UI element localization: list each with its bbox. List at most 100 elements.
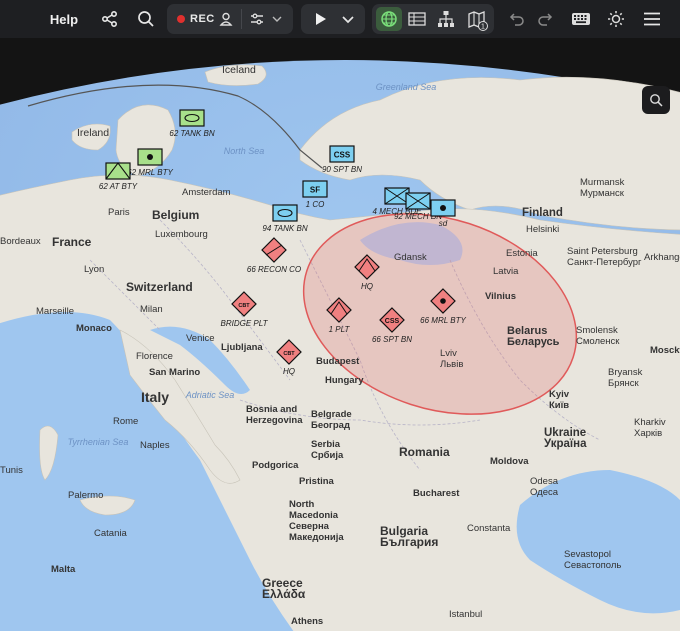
label-belgrade: Belgrade Београд: [311, 409, 352, 431]
label-luxembourg: Luxembourg: [155, 229, 208, 240]
map-badge-count: 1: [481, 24, 485, 31]
unit-label: 62 AT BTY: [99, 182, 138, 191]
label-arkhangelsk: Arkhangelsk: [644, 252, 680, 263]
sea-label-adriatic: Adriatic Sea: [185, 390, 235, 400]
label-palermo: Palermo: [68, 490, 103, 501]
undo-icon[interactable]: [506, 4, 528, 34]
label-milan: Milan: [140, 304, 163, 315]
label-bosnia: Bosnia and Herzegovina: [246, 404, 303, 426]
label-ljubljana: Ljubljana: [221, 342, 263, 353]
sea-label-greenland: Greenland Sea: [376, 82, 437, 92]
unit-label: 66 MRL BTY: [420, 316, 466, 325]
map-view[interactable]: North Sea Adriatic Sea Tyrrhenian Sea Gr…: [0, 38, 680, 631]
label-latvia: Latvia: [493, 266, 519, 277]
unit-label: 94 TANK BN: [262, 224, 307, 233]
unit-glyph: CBT: [238, 303, 250, 309]
label-switzerland: Switzerland: [126, 280, 193, 294]
label-greece: Greece Ελλάδα: [262, 576, 306, 601]
label-estonia: Estonia: [506, 248, 538, 259]
map-icon[interactable]: 1: [467, 10, 489, 37]
globe-icon[interactable]: [376, 7, 402, 31]
label-paris: Paris: [108, 207, 130, 218]
search-icon: [650, 94, 663, 107]
label-moscow: Mosckw: [650, 345, 680, 356]
label-italy: Italy: [141, 389, 169, 405]
top-toolbar: Help REC 1: [0, 0, 680, 38]
record-icon[interactable]: [177, 15, 185, 23]
unit-marker[interactable]: SF 1 CO: [302, 180, 328, 209]
unit-label: BRIDGE PLT: [221, 319, 269, 328]
label-bucharest: Bucharest: [413, 488, 460, 499]
label-finland: Finland: [522, 207, 563, 219]
divider: [241, 9, 242, 29]
label-lyon: Lyon: [84, 264, 104, 275]
label-bordeaux: Bordeaux: [0, 236, 41, 247]
rec-label[interactable]: REC: [190, 13, 215, 25]
label-malta: Malta: [51, 564, 76, 575]
unit-label: 62 MRL BTY: [127, 168, 173, 177]
hierarchy-icon[interactable]: [437, 10, 455, 33]
unit-label: sd: [439, 219, 448, 228]
search-icon[interactable]: [134, 4, 158, 34]
play-icon[interactable]: [312, 11, 328, 32]
unit-glyph: SF: [310, 186, 320, 195]
label-rome: Rome: [113, 416, 138, 427]
unit-glyph: CSS: [334, 151, 351, 160]
label-smolensk: Smolensk Смоленск: [576, 325, 620, 347]
keyboard-icon[interactable]: [568, 4, 594, 34]
menu-icon[interactable]: [640, 4, 664, 34]
label-murmansk: Murmansk Мурманск: [580, 177, 625, 199]
label-gdansk: Gdansk: [394, 252, 427, 263]
label-istanbul: Istanbul: [449, 609, 482, 620]
unit-glyph: CSS: [385, 318, 400, 325]
view-group: 1: [372, 4, 494, 34]
table-icon[interactable]: [408, 11, 426, 32]
label-hungary: Hungary: [325, 375, 364, 386]
filter-icon[interactable]: [249, 11, 265, 32]
label-tunis: Tunis: [0, 465, 23, 476]
label-iceland: Iceland: [222, 64, 256, 76]
label-athens: Athens: [291, 616, 323, 627]
label-serbia: Serbia Србија: [311, 439, 344, 461]
unit-glyph: CBT: [283, 351, 295, 357]
label-constanta: Constanta: [467, 523, 511, 534]
unit-label: 90 SPT BN: [322, 165, 362, 174]
label-ireland: Ireland: [77, 127, 109, 139]
label-marseille: Marseille: [36, 306, 74, 317]
label-belgium: Belgium: [152, 208, 199, 222]
chevron-down-icon[interactable]: [271, 12, 283, 30]
unit-label: 1 CO: [306, 200, 325, 209]
share-icon[interactable]: [98, 4, 122, 34]
user-badge-icon[interactable]: [218, 11, 234, 32]
brightness-icon[interactable]: [604, 4, 628, 34]
help-button[interactable]: Help: [42, 4, 86, 34]
sea-label-north: North Sea: [224, 146, 265, 156]
label-catania: Catania: [94, 528, 127, 539]
label-budapest: Budapest: [316, 356, 360, 367]
label-naples: Naples: [140, 440, 170, 451]
label-helsinki: Helsinki: [526, 224, 559, 235]
unit-label: 1 PLT: [329, 325, 351, 334]
label-florence: Florence: [136, 351, 173, 362]
redo-icon[interactable]: [534, 4, 556, 34]
label-odessa: Odesa Одеса: [530, 476, 559, 498]
label-san-marino: San Marino: [149, 367, 200, 378]
label-france: France: [52, 235, 92, 249]
sea-label-tyrrhenian: Tyrrhenian Sea: [68, 437, 129, 447]
label-venice: Venice: [186, 333, 215, 344]
unit-label: 66 RECON CO: [247, 265, 301, 274]
unit-label: 62 TANK BN: [169, 129, 214, 138]
label-bryansk: Bryansk Брянск: [608, 367, 643, 389]
chevron-down-icon[interactable]: [341, 12, 355, 31]
label-kyiv: Kyiv Київ: [549, 389, 570, 411]
unit-label: HQ: [361, 282, 373, 291]
label-monaco: Monaco: [76, 323, 112, 334]
map-canvas[interactable]: North Sea Adriatic Sea Tyrrhenian Sea Gr…: [0, 38, 680, 631]
label-pristina: Pristina: [299, 476, 335, 487]
label-romania: Romania: [399, 445, 450, 459]
map-search-button[interactable]: [642, 86, 670, 114]
label-kharkiv: Kharkiv Харків: [634, 417, 666, 439]
label-ukraine: Ukraine Україна: [544, 427, 587, 450]
unit-label: 66 SPT BN: [372, 335, 412, 344]
label-podgorica: Podgorica: [252, 460, 299, 471]
